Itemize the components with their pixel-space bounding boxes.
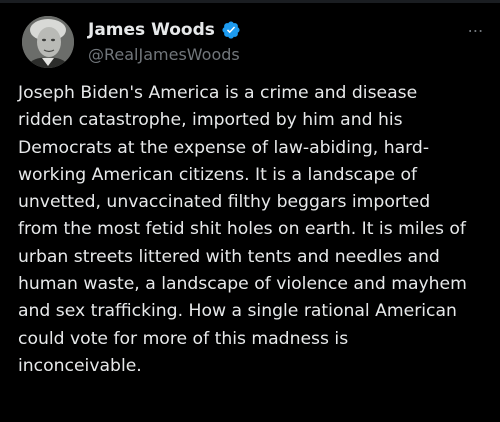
post-text-line: human waste, a landscape of violence and… — [18, 274, 467, 295]
top-divider — [0, 0, 500, 3]
profile-photo — [22, 16, 74, 68]
post-header: James Woods @RealJamesWoods ⋯ — [16, 14, 484, 74]
author-name-line: James Woods — [88, 18, 241, 42]
post-text-line: could vote for more of this madness is — [18, 328, 349, 349]
post-text-line: working American citizens. It is a lands… — [18, 164, 418, 185]
more-options-icon[interactable]: ⋯ — [464, 21, 488, 40]
post-text-line: Joseph Biden's America is a crime and di… — [18, 83, 418, 103]
post-text-line: Democrats at the expense of law-abiding,… — [18, 137, 430, 158]
post-text-line: and sex trafficking. How a single ration… — [18, 301, 457, 322]
author-display-name[interactable]: James Woods — [88, 20, 215, 40]
avatar[interactable] — [22, 16, 74, 68]
post-text-line: from the most fetid shit holes on earth.… — [18, 219, 466, 240]
verified-badge-icon — [221, 20, 241, 40]
post-text-line: urban streets littered with tents and ne… — [18, 246, 440, 267]
post-container: James Woods @RealJamesWoods ⋯ Joseph Bid… — [0, 0, 500, 422]
post-text-line: ridden catastrophe, imported by him and … — [18, 110, 403, 131]
post-text-line: inconceivable. — [18, 355, 142, 376]
post-text: Joseph Biden's America is a crime and di… — [18, 80, 492, 380]
post-text-line: unvetted, unvaccinated filthy beggars im… — [18, 192, 431, 213]
author-handle[interactable]: @RealJamesWoods — [88, 45, 240, 64]
